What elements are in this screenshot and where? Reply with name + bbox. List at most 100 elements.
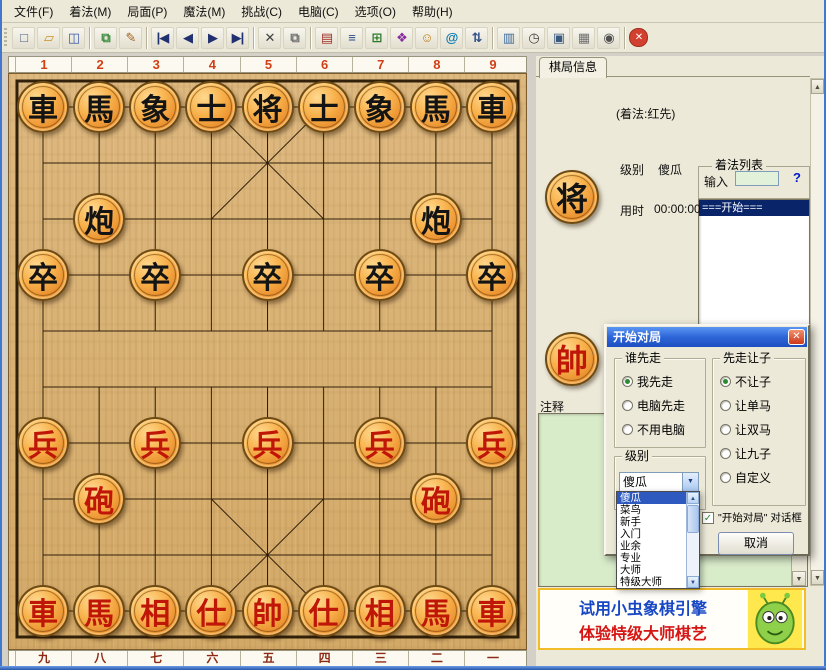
scroll-down-icon[interactable]: ▼ — [811, 570, 824, 585]
move-tree-icon[interactable]: ≡ — [340, 26, 363, 49]
copy-position-icon[interactable]: ⧉ — [94, 26, 117, 49]
black-piece[interactable]: 卒 — [129, 249, 182, 301]
black-piece[interactable]: 車 — [466, 81, 518, 133]
camera-icon[interactable]: ◉ — [597, 26, 620, 49]
red-piece[interactable]: 仕 — [297, 585, 350, 637]
red-piece[interactable]: 馬 — [73, 585, 126, 637]
open-book-icon[interactable]: ▤ — [315, 26, 338, 49]
red-piece[interactable]: 相 — [353, 585, 406, 637]
dialog-title-bar[interactable]: 开始对局 ✕ — [607, 327, 807, 347]
scroll-up-icon[interactable]: ▲ — [811, 79, 824, 94]
radio-option-2[interactable]: 让双马 — [713, 417, 805, 441]
tab-game-info[interactable]: 棋局信息 — [539, 57, 608, 78]
radio-option-1[interactable]: 让单马 — [713, 393, 805, 417]
color-scheme-icon[interactable]: ❖ — [390, 26, 413, 49]
menu-item-0[interactable]: 文件(F) — [6, 0, 61, 23]
red-piece[interactable]: 兵 — [466, 417, 518, 469]
edit-position-icon[interactable]: ✎ — [119, 26, 142, 49]
analysis-icon[interactable]: ☺ — [415, 26, 438, 49]
red-piece[interactable]: 砲 — [409, 473, 462, 525]
red-piece[interactable]: 兵 — [129, 417, 182, 469]
menu-item-6[interactable]: 选项(O) — [347, 0, 404, 23]
move-listbox[interactable]: ===开始=== — [698, 199, 810, 327]
copy-icon[interactable]: ⧉ — [283, 26, 306, 49]
red-piece[interactable]: 相 — [129, 585, 182, 637]
level-combobox[interactable]: 傻瓜 ▼ — [619, 472, 699, 492]
red-piece[interactable]: 兵 — [17, 417, 69, 469]
scrollbar-thumb[interactable] — [687, 505, 699, 533]
level-option-0[interactable]: 傻瓜 — [617, 492, 686, 504]
close-app-icon[interactable]: ✕ — [629, 28, 648, 47]
first-move-icon[interactable]: |◀ — [151, 26, 174, 49]
save-icon[interactable]: ◫ — [62, 26, 85, 49]
new-icon[interactable]: □ — [12, 26, 35, 49]
delete-move-icon[interactable]: ✕ — [258, 26, 281, 49]
red-piece[interactable]: 砲 — [73, 473, 126, 525]
close-icon[interactable]: ✕ — [788, 329, 805, 345]
menu-item-2[interactable]: 局面(P) — [119, 0, 175, 23]
dropdown-scrollbar[interactable]: ▲ ▼ — [686, 492, 699, 588]
last-move-icon[interactable]: ▶| — [226, 26, 249, 49]
menu-item-1[interactable]: 着法(M) — [61, 0, 119, 23]
flip-board-icon[interactable]: ⇅ — [465, 26, 488, 49]
level-option-5[interactable]: 专业 — [617, 552, 686, 564]
black-piece[interactable]: 象 — [353, 81, 406, 133]
black-piece[interactable]: 卒 — [241, 249, 294, 301]
move-list-item[interactable]: ===开始=== — [699, 200, 809, 216]
menu-item-4[interactable]: 挑战(C) — [233, 0, 290, 23]
radio-option-0[interactable]: 不让子 — [713, 369, 805, 393]
black-piece[interactable]: 馬 — [73, 81, 126, 133]
prev-move-icon[interactable]: ◀ — [176, 26, 199, 49]
black-piece[interactable]: 車 — [17, 81, 69, 133]
radio-option-3[interactable]: 让九子 — [713, 441, 805, 465]
move-input[interactable] — [735, 171, 779, 186]
level-option-4[interactable]: 业余 — [617, 540, 686, 552]
show-dialog-checkbox[interactable]: ✓ "开始对局" 对话框 — [702, 510, 802, 525]
scroll-down-icon[interactable]: ▼ — [687, 576, 699, 588]
black-piece[interactable]: 卒 — [353, 249, 406, 301]
black-piece[interactable]: 炮 — [409, 193, 462, 245]
radio-option-1[interactable]: 电脑先走 — [615, 393, 705, 417]
menu-item-5[interactable]: 电脑(C) — [290, 0, 347, 23]
radio-option-4[interactable]: 自定义 — [713, 465, 805, 489]
level-option-1[interactable]: 菜鸟 — [617, 504, 686, 516]
red-piece[interactable]: 馬 — [409, 585, 462, 637]
chevron-down-icon[interactable]: ▼ — [682, 473, 698, 491]
black-piece[interactable]: 士 — [185, 81, 238, 133]
clock-icon[interactable]: ◷ — [522, 26, 545, 49]
red-piece[interactable]: 帥 — [241, 585, 294, 637]
red-piece[interactable]: 兵 — [241, 417, 294, 469]
online-icon[interactable]: @ — [440, 26, 463, 49]
black-piece[interactable]: 将 — [241, 81, 294, 133]
cancel-button[interactable]: 取消 — [718, 532, 794, 555]
black-piece[interactable]: 卒 — [17, 249, 69, 301]
panel-scrollbar[interactable]: ▲ ▼ — [810, 78, 825, 586]
print-icon[interactable]: ▦ — [572, 26, 595, 49]
scroll-up-icon[interactable]: ▲ — [687, 492, 699, 504]
red-piece[interactable]: 車 — [466, 585, 518, 637]
level-option-6[interactable]: 大师 — [617, 564, 686, 576]
black-piece[interactable]: 炮 — [73, 193, 126, 245]
radio-option-0[interactable]: 我先走 — [615, 369, 705, 393]
score-table-icon[interactable]: ⊞ — [365, 26, 388, 49]
level-option-2[interactable]: 新手 — [617, 516, 686, 528]
red-piece[interactable]: 兵 — [353, 417, 406, 469]
level-option-3[interactable]: 入门 — [617, 528, 686, 540]
scroll-down-icon[interactable]: ▼ — [792, 571, 806, 586]
computer-icon[interactable]: ▣ — [547, 26, 570, 49]
help-link[interactable]: ? — [793, 170, 801, 185]
red-piece[interactable]: 車 — [17, 585, 69, 637]
next-move-icon[interactable]: ▶ — [201, 26, 224, 49]
black-piece[interactable]: 士 — [297, 81, 350, 133]
red-piece[interactable]: 仕 — [185, 585, 238, 637]
ad-banner[interactable]: 试用小虫象棋引擎 体验特级大师棋艺 — [538, 588, 806, 650]
level-option-7[interactable]: 特级大师 — [617, 576, 686, 588]
notebook-icon[interactable]: ▥ — [497, 26, 520, 49]
black-piece[interactable]: 卒 — [466, 249, 518, 301]
open-icon[interactable]: ▱ — [37, 26, 60, 49]
menu-item-3[interactable]: 魔法(M) — [175, 0, 233, 23]
level-dropdown[interactable]: 傻瓜 菜鸟 新手 入门 业余 专业 大师 特级大师 ▲ ▼ — [616, 491, 700, 589]
black-piece[interactable]: 象 — [129, 81, 182, 133]
radio-option-2[interactable]: 不用电脑 — [615, 417, 705, 441]
xiangqi-board[interactable]: 車馬象士将士象馬車炮炮卒卒卒卒卒兵兵兵兵兵砲砲車馬相仕帥仕相馬車 — [8, 73, 527, 650]
